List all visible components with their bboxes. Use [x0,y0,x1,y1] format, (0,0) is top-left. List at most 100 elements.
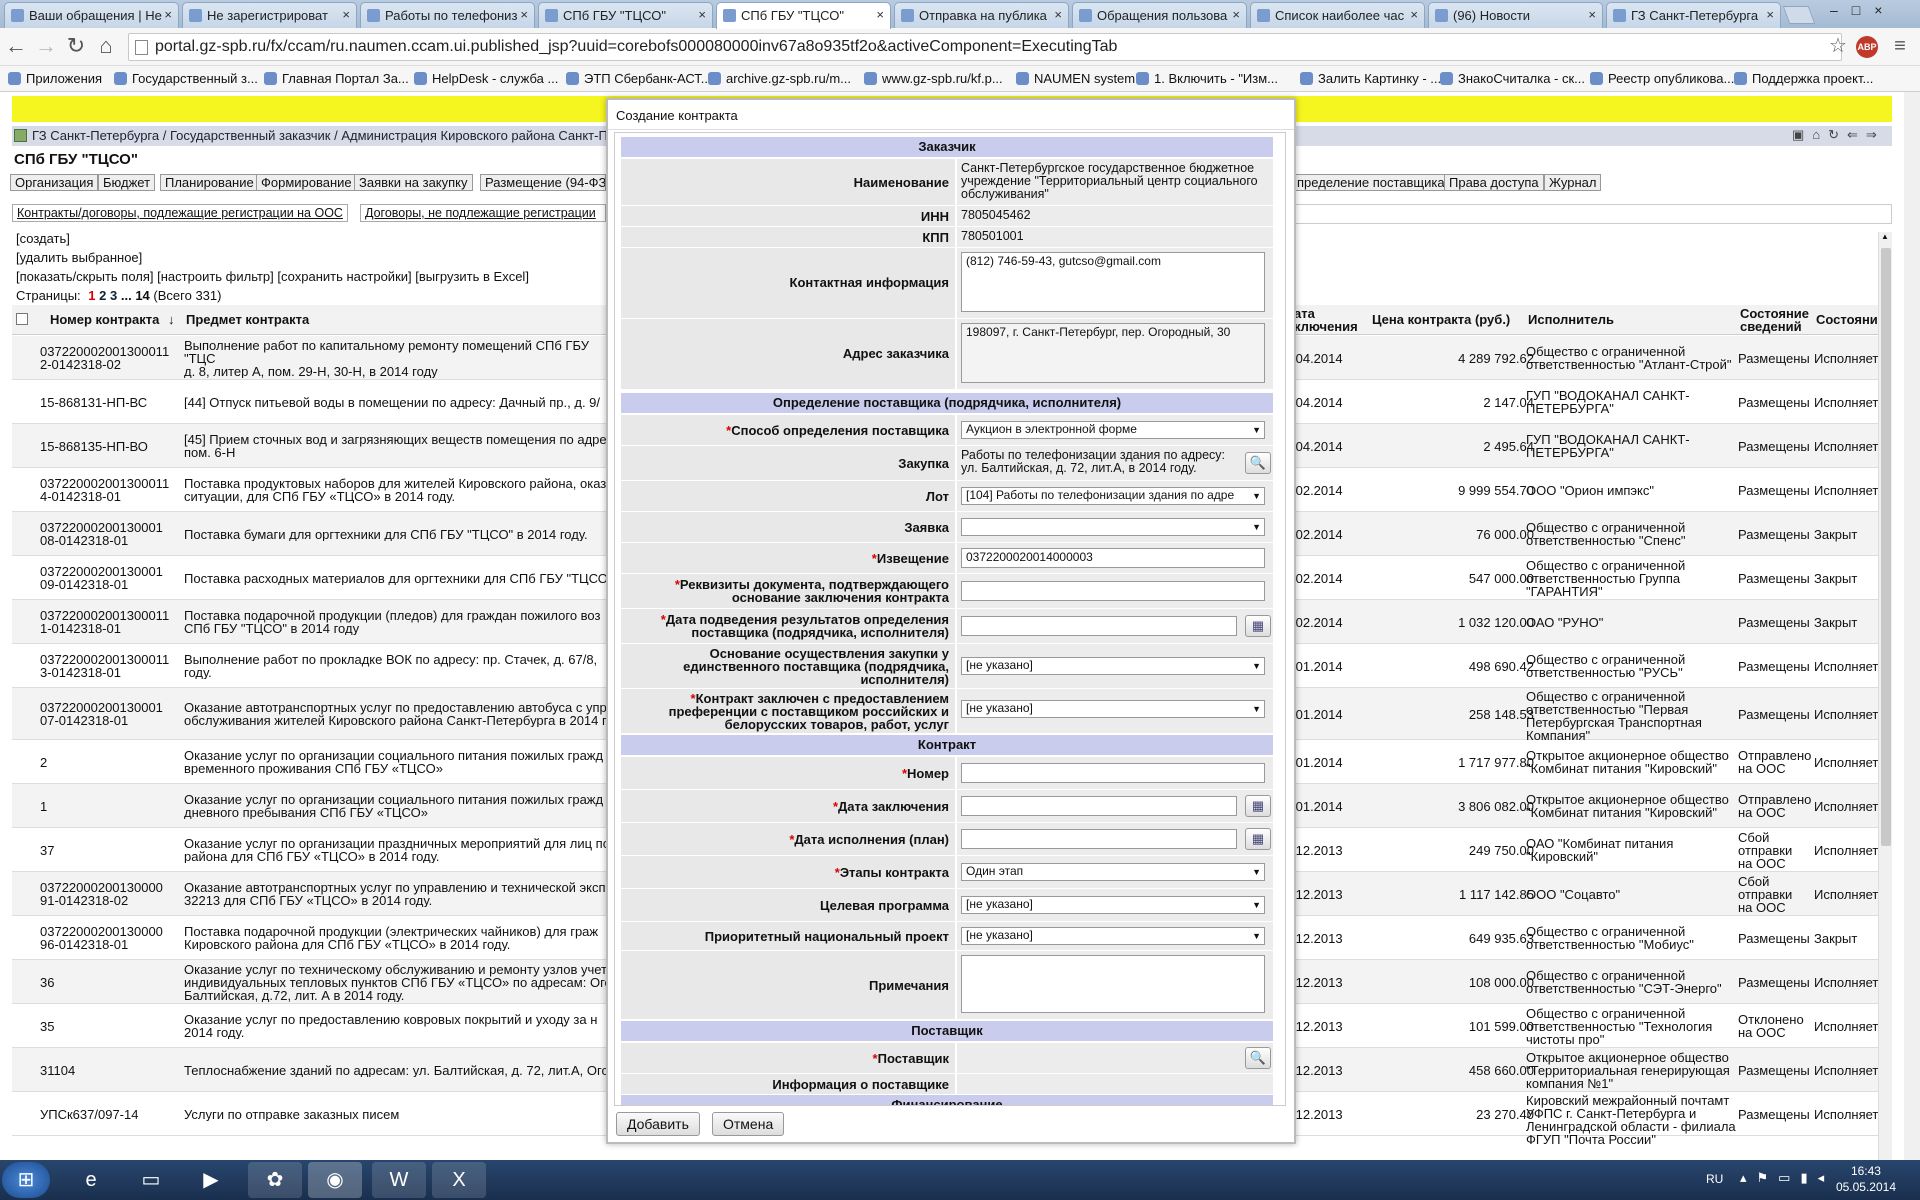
main-tab[interactable]: Заявки на закупку [354,174,473,191]
notes-textarea[interactable] [961,955,1265,1013]
main-tab[interactable]: Права доступа [1444,174,1544,191]
browser-tab[interactable]: (96) Новости × [1428,2,1603,28]
internet-explorer-icon[interactable]: e [64,1162,118,1198]
bookmark-item[interactable]: Главная Портал За... [264,71,409,86]
page-scrollbar[interactable] [1904,92,1920,1160]
breadcrumb-text[interactable]: ГЗ Санкт-Петербурга / Государственный за… [32,128,621,143]
nav-tools-icons[interactable]: ▣⌂↻⇐⇒ [1792,127,1885,143]
main-tab[interactable]: Бюджет [98,174,156,191]
close-tab-icon[interactable]: × [342,7,350,22]
tray-icons[interactable]: ▴⚑▭▮◂ [1740,1170,1834,1186]
notice-input[interactable]: 0372200020014000003 [961,548,1265,568]
customer-address-textarea[interactable]: 198097, г. Санкт-Петербург, пер. Огородн… [961,323,1265,383]
contract-number-input[interactable] [961,763,1265,783]
sub-tab[interactable]: Контракты/договоры, подлежащие регистрац… [12,204,348,222]
bookmark-item[interactable]: www.gz-spb.ru/kf.p... [864,71,1003,86]
close-tab-icon[interactable]: × [520,7,528,22]
clock[interactable]: 16:43 05.05.2014 [1836,1163,1896,1195]
bookmark-item[interactable]: Поддержка проект... [1734,71,1873,86]
browser-tab[interactable]: Ваши обращения | Не × [4,2,179,28]
browser-tab[interactable]: СПб ГБУ "ТЦСО" × [716,2,891,29]
cancel-button[interactable]: Отмена [712,1112,785,1136]
file-explorer-icon[interactable]: ▭ [124,1162,178,1198]
media-player-icon[interactable]: ▶ [184,1162,238,1198]
contact-info-textarea[interactable]: (812) 746-59-43, gutcso@gmail.com [961,252,1265,312]
purchase-search-icon[interactable]: 🔍 [1245,452,1271,474]
delete-selected-link[interactable]: [удалить выбранное] [16,248,529,267]
main-tab[interactable]: Организация [10,174,99,191]
close-tab-icon[interactable]: × [1766,7,1774,22]
browser-tab[interactable]: Отправка на публика × [894,2,1069,28]
home-icon[interactable]: ⌂ [92,32,120,60]
close-tab-icon[interactable]: × [164,7,172,22]
document-input[interactable] [961,581,1265,601]
reload-icon[interactable]: ↻ [62,32,90,60]
address-bar[interactable]: portal.gz-spb.ru/fx/ccam/ru.naumen.ccam.… [128,33,1842,61]
create-link[interactable]: [создать] [16,229,529,248]
main-tab[interactable]: Планирование [160,174,259,191]
filter-link[interactable]: [настроить фильтр] [157,269,274,284]
show-hide-fields-link[interactable]: [показать/скрыть поля] [16,269,154,284]
calendar-icon[interactable]: ▦ [1245,615,1271,637]
column-header-price[interactable]: Цена контракта (руб.) [1372,313,1510,326]
close-tab-icon[interactable]: × [876,7,884,22]
browser-tab[interactable]: ГЗ Санкт-Петербурга × [1606,2,1781,28]
bookmark-item[interactable]: Залить Картинку - ... [1300,71,1441,86]
preference-select[interactable]: [не указано] [961,700,1265,718]
single-supplier-select[interactable]: [не указано] [961,657,1265,675]
column-header-subject[interactable]: Предмет контракта [186,313,309,326]
new-tab-button[interactable] [1782,6,1816,24]
main-tab[interactable]: Журнал [1544,174,1602,191]
stages-select[interactable]: Один этап [961,863,1265,881]
bookmark-item[interactable]: Государственный з... [114,71,258,86]
browser-tab[interactable]: Не зарегистрироват × [182,2,357,28]
sub-tab[interactable]: Договоры, не подлежащие регистрации [360,204,606,222]
close-tab-icon[interactable]: × [698,7,706,22]
target-program-select[interactable]: [не указано] [961,896,1265,914]
chrome-icon[interactable]: ◉ [308,1162,362,1198]
start-button-icon[interactable]: ⊞ [2,1162,50,1198]
back-icon[interactable]: ← [2,32,30,60]
browser-tab[interactable]: СПб ГБУ "ТЦСО" × [538,2,713,28]
pager-page-link[interactable]: 2 [99,288,106,303]
column-header-executor[interactable]: Исполнитель [1528,313,1614,326]
forward-icon[interactable]: → [32,32,60,60]
window-controls-icon[interactable]: –□× [1830,2,1896,18]
main-tab[interactable]: Формирование [256,174,357,191]
dialog-scrollbar[interactable]: ▲ ▼ [1878,232,1892,1200]
browser-tab[interactable]: Обращения пользова × [1072,2,1247,28]
bookmark-item[interactable]: ЭТП Сбербанк-АСТ... [566,71,712,86]
browser-tab[interactable]: Работы по телефониз × [360,2,535,28]
column-header-info_state[interactable]: Состояние сведений [1740,307,1809,333]
national-project-select[interactable]: [не указано] [961,927,1265,945]
add-button[interactable]: Добавить [616,1112,700,1136]
browser-tab[interactable]: Список наиболее час × [1250,2,1425,28]
bookmark-item[interactable]: archive.gz-spb.ru/m... [708,71,851,86]
bookmark-star-icon[interactable]: ☆ [1824,32,1852,60]
select-all-checkbox[interactable] [16,313,28,325]
menu-icon[interactable]: ≡ [1886,32,1914,60]
close-tab-icon[interactable]: × [1232,7,1240,22]
bookmark-item[interactable]: NAUMEN system [1016,71,1135,86]
bid-select[interactable] [961,518,1265,536]
adblock-icon[interactable]: ABP [1856,36,1878,58]
scroll-up-icon[interactable]: ▲ [1881,232,1889,241]
bookmark-item[interactable]: 1. Включить - "Изм... [1136,71,1278,86]
word-icon[interactable]: W [372,1162,426,1198]
pager-page-link[interactable]: 3 [110,288,117,303]
bookmark-item[interactable]: Реестр опубликова... [1590,71,1734,86]
language-indicator[interactable]: RU [1706,1172,1723,1186]
bookmark-item[interactable]: Приложения [8,71,102,86]
lot-select[interactable]: [104] Работы по телефонизации здания по … [961,487,1265,505]
calendar-icon[interactable]: ▦ [1245,828,1271,850]
column-header-number[interactable]: Номер контракта [50,313,159,326]
close-tab-icon[interactable]: × [1588,7,1596,22]
execution-date-input[interactable] [961,829,1237,849]
export-excel-link[interactable]: [выгрузить в Excel] [415,269,529,284]
pager-page-link[interactable]: 14 [135,288,149,303]
column-header-state[interactable]: Состояние [1816,313,1885,326]
supplier-method-select[interactable]: Аукцион в электронной форме [961,421,1265,439]
result-date-input[interactable] [961,616,1237,636]
calendar-icon[interactable]: ▦ [1245,795,1271,817]
bookmark-item[interactable]: HelpDesk - служба ... [414,71,558,86]
